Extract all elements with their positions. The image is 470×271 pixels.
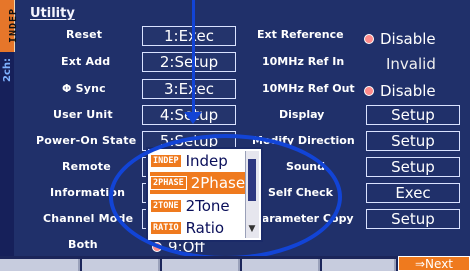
ref-in-value: Invalid bbox=[386, 55, 436, 73]
2tone-tag-icon: 2TONE bbox=[150, 199, 182, 213]
dropdown-item-2phase[interactable]: 2PHASE 2Phase bbox=[150, 172, 250, 194]
power-on-state-label: Power-On State bbox=[36, 134, 137, 147]
dropdown-item-label: 2Tone bbox=[185, 197, 230, 215]
ref-out-label: 10MHz Ref Out bbox=[262, 82, 355, 95]
user-unit-label: User Unit bbox=[53, 108, 113, 121]
channel-indicator: 2ch: bbox=[2, 58, 13, 83]
softkey-1[interactable] bbox=[0, 259, 80, 271]
dropdown-item-ratio[interactable]: RATIO Ratio bbox=[150, 217, 250, 239]
scroll-down-icon[interactable]: ▼ bbox=[246, 224, 258, 236]
utility-screen: INDEP 2ch: Utility Reset Ext Add Φ Sync … bbox=[0, 0, 470, 271]
ext-reference-radio-icon bbox=[364, 34, 374, 44]
sound-label: Sound bbox=[286, 160, 326, 173]
phase-sync-button[interactable]: 3:Exec bbox=[142, 79, 236, 99]
phase-sync-label: Φ Sync bbox=[62, 82, 106, 95]
display-label: Display bbox=[279, 108, 325, 121]
ext-reference-label: Ext Reference bbox=[257, 28, 344, 41]
dropdown-item-label: 2Phase bbox=[190, 174, 246, 192]
both-label: Both bbox=[68, 238, 98, 251]
self-check-exec-button[interactable]: Exec bbox=[366, 183, 460, 203]
reset-button[interactable]: 1:Exec bbox=[142, 26, 236, 46]
ext-reference-value: Disable bbox=[380, 30, 436, 48]
indep-tab-label: INDEP bbox=[8, 7, 20, 44]
parameter-copy-label: Parameter Copy bbox=[254, 212, 354, 225]
ref-in-label: 10MHz Ref In bbox=[262, 55, 345, 68]
modify-direction-setup-button[interactable]: Setup bbox=[366, 131, 460, 151]
dropdown-item-label: Ratio bbox=[185, 219, 225, 237]
dropdown-item-indep[interactable]: INDEP Indep bbox=[150, 150, 250, 172]
remote-label: Remote bbox=[62, 160, 111, 173]
next-softkey-button[interactable]: ⇒Next bbox=[398, 256, 470, 271]
ratio-tag-icon: RATIO bbox=[150, 221, 182, 235]
channel-mode-label: Channel Mode bbox=[43, 212, 134, 225]
both-radio-icon bbox=[152, 242, 162, 252]
information-label: Information bbox=[50, 186, 126, 199]
reset-label: Reset bbox=[66, 28, 103, 41]
2phase-tag-icon: 2PHASE bbox=[150, 176, 187, 190]
dropdown-item-label: Indep bbox=[185, 152, 228, 170]
parameter-copy-setup-button[interactable]: Setup bbox=[366, 209, 460, 229]
dropdown-item-2tone[interactable]: 2TONE 2Tone bbox=[150, 195, 250, 217]
softkey-3[interactable] bbox=[162, 259, 240, 271]
display-setup-button[interactable]: Setup bbox=[366, 105, 460, 125]
side-tab: INDEP 2ch: bbox=[0, 0, 19, 256]
channel-mode-dropdown[interactable]: INDEP Indep 2PHASE 2Phase 2TONE 2Tone RA… bbox=[146, 147, 263, 242]
ext-add-button[interactable]: 2:Setup bbox=[142, 52, 236, 72]
indep-tag-icon: INDEP bbox=[150, 154, 182, 168]
ref-out-value: Disable bbox=[380, 82, 436, 100]
sound-setup-button[interactable]: Setup bbox=[366, 157, 460, 177]
ext-reference-option[interactable]: Disable bbox=[364, 30, 436, 48]
softkey-2[interactable] bbox=[82, 259, 160, 271]
softkey-5[interactable] bbox=[322, 259, 396, 271]
self-check-label: Self Check bbox=[268, 186, 333, 199]
modify-direction-label: Modify Direction bbox=[252, 134, 355, 147]
page-title: Utility bbox=[30, 6, 75, 21]
scrollbar-thumb[interactable] bbox=[248, 159, 256, 201]
indep-tab[interactable]: INDEP bbox=[0, 0, 19, 52]
ref-out-option[interactable]: Disable bbox=[364, 82, 436, 100]
dropdown-scrollbar[interactable]: ▼ bbox=[245, 151, 259, 238]
softkey-4[interactable] bbox=[242, 259, 320, 271]
ext-add-label: Ext Add bbox=[61, 55, 111, 68]
annotation-arrow-shaft bbox=[192, 0, 195, 118]
ref-out-radio-icon bbox=[364, 86, 374, 96]
annotation-arrow-head-icon bbox=[184, 112, 202, 124]
